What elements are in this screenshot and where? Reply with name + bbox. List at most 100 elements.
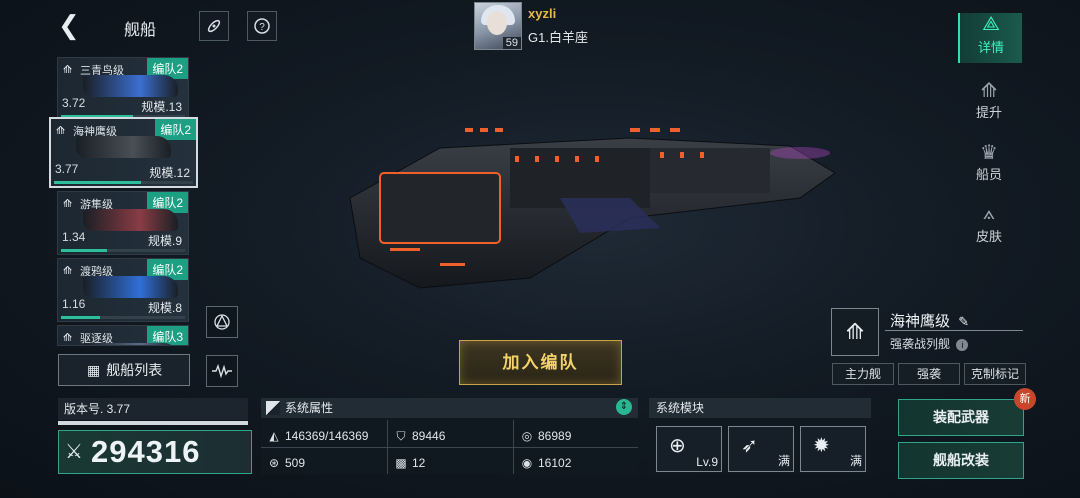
ship-list-button-label: 舰船列表 — [106, 362, 163, 378]
module-burst-status: 满 — [849, 454, 862, 468]
nav-skin-label: 皮肤 — [975, 229, 1002, 244]
module-slot-missile[interactable]: ➶ 满 — [728, 426, 794, 472]
ship-card-thumbnail — [83, 75, 178, 97]
system-attributes-header: 系统属性 ⇕ — [261, 398, 638, 418]
upgrade-icon: ⟰ — [980, 80, 998, 102]
modify-ship-button[interactable]: 舰船改装 — [898, 442, 1024, 479]
attr-checker-value: 12 — [412, 456, 426, 470]
ship-card-value: 3.72 — [62, 96, 86, 110]
ship-class-icon: ⟰ — [63, 198, 73, 210]
ship-name[interactable]: 海神鹰级 ✎ — [890, 310, 969, 331]
ship-class-icon: ⟰ — [56, 125, 66, 137]
ship-class-icon: ⟰ — [63, 265, 73, 277]
nav-skin[interactable]: ⟑ 皮肤 — [958, 202, 1020, 247]
ship-name-underline — [885, 330, 1023, 331]
info-icon[interactable]: i — [956, 339, 969, 351]
module-radar-level: Lv.9 — [696, 455, 718, 469]
skin-icon: ⟑ — [982, 202, 996, 224]
attr-detection-value: 16102 — [538, 456, 572, 470]
missile-module-icon: ➶ — [741, 435, 758, 457]
combat-power-value: 294316 — [91, 434, 201, 469]
ship-card[interactable]: ⟰ 驱逐级 编队3 — [57, 325, 189, 346]
ship-card-value: 3.77 — [55, 162, 79, 176]
armor-icon: ◭ — [269, 429, 279, 443]
nav-details[interactable]: ⟁ 详情 — [958, 13, 1022, 63]
player-avatar[interactable]: 59 — [474, 2, 522, 50]
equip-weapons-button[interactable]: 装配武器 — [898, 399, 1024, 436]
page-title: 舰船 — [123, 22, 156, 39]
ship-card-value: 1.34 — [62, 230, 86, 244]
shield-icon: ⛉ — [396, 429, 406, 443]
ship-card-thumbnail — [83, 276, 178, 298]
nav-crew[interactable]: ♛ 船员 — [958, 140, 1020, 185]
formation-toggle-button[interactable] — [206, 306, 238, 338]
attr-target: ◎ 86989 — [519, 425, 572, 447]
system-attributes-title: 系统属性 — [285, 401, 334, 415]
nav-details-label: 详情 — [977, 40, 1004, 55]
ship-card[interactable]: ⟰ 渡鸦级 编队2 1.16 规模.8 — [57, 258, 189, 322]
waveform-button[interactable] — [206, 355, 238, 387]
svg-text:?: ? — [259, 22, 265, 33]
module-slot-burst[interactable]: ✹ 满 — [800, 426, 866, 472]
tag-capital-ship: 主力舰 — [832, 363, 894, 385]
version-label: 版本号. 3.77 — [58, 398, 248, 420]
ship-card-thumbnail — [83, 343, 178, 345]
nav-crew-label: 船员 — [975, 167, 1002, 182]
tag-counter-mark: 克制标记 — [964, 363, 1026, 385]
player-level: 59 — [502, 37, 521, 49]
system-modules-title: 系统模块 — [656, 401, 705, 415]
ship-card[interactable]: ⟰ 三青鸟级 编队2 3.72 规模.13 — [57, 57, 189, 121]
ship-card[interactable]: ⟰ 游隼级 编队2 1.34 规模.9 — [57, 191, 189, 255]
crossed-swords-icon: ⚔ — [65, 441, 83, 463]
module-slot-radar[interactable]: ⊕ Lv.9 — [656, 426, 722, 472]
combat-power: ⚔ 294316 — [58, 430, 252, 474]
eye-icon: ◉ — [521, 456, 533, 470]
attributes-icon — [266, 401, 280, 415]
question-mark-icon: ? — [254, 18, 270, 34]
grid-icon: ▦ — [87, 362, 101, 378]
rocket-button[interactable] — [199, 11, 229, 41]
expand-toggle-icon[interactable]: ⇕ — [616, 399, 632, 415]
player-rank: G1.白羊座 — [528, 30, 588, 45]
module-missile-status: 满 — [777, 454, 790, 468]
ship-class-icon: ⟰ — [63, 332, 73, 344]
attr-target-value: 86989 — [538, 429, 572, 443]
tag-assault: 强袭 — [898, 363, 960, 385]
player-name: xyzli — [528, 6, 557, 21]
ship-card-value: 1.16 — [62, 297, 86, 311]
join-fleet-button[interactable]: 加入编队 — [459, 340, 622, 385]
attr-armor-value: 146369/146369 — [285, 429, 369, 443]
checker-icon: ▩ — [395, 456, 407, 470]
ship-card-progress-fill — [54, 181, 141, 184]
attr-armor: ◭ 146369/146369 — [266, 425, 368, 447]
ship-card-scale: 规模.13 — [141, 100, 182, 114]
attr-speed: ⊛ 509 — [266, 452, 305, 474]
ship-name-text: 海神鹰级 — [890, 313, 951, 330]
new-badge: 新 — [1014, 388, 1036, 410]
ship-class-icon: ⟰ — [63, 64, 73, 76]
system-modules-header: 系统模块 — [649, 398, 871, 418]
attr-divider-v1 — [387, 420, 388, 474]
waveform-icon — [212, 363, 232, 379]
target-icon: ◎ — [521, 429, 533, 443]
attr-speed-value: 509 — [285, 456, 306, 470]
fleet-formation-icon — [214, 314, 230, 330]
ship-card-scale: 规模.8 — [147, 301, 182, 315]
ship-card[interactable]: ⟰ 海神鹰级 编队2 3.77 规模.12 — [49, 117, 198, 188]
ship-card-thumbnail — [83, 209, 178, 231]
ship-type: 强袭战列舰 i — [890, 335, 969, 352]
nav-upgrade[interactable]: ⟰ 提升 — [958, 78, 1020, 123]
assault-class-icon: ⟰ — [845, 319, 865, 344]
ship-list-button[interactable]: ▦ 舰船列表 — [58, 354, 190, 386]
ship-card-scale: 规模.12 — [149, 166, 190, 180]
ship-card-thumbnail — [76, 136, 171, 158]
attr-divider-v2 — [513, 420, 514, 474]
radar-module-icon: ⊕ — [669, 435, 686, 457]
back-button[interactable]: ❮ — [58, 12, 86, 38]
ship-card-progress-fill — [61, 249, 107, 252]
nav-upgrade-label: 提升 — [975, 105, 1002, 120]
attr-detection: ◉ 16102 — [519, 452, 572, 474]
help-button[interactable]: ? — [247, 11, 277, 41]
ship-model[interactable] — [330, 128, 850, 298]
rename-pencil-icon[interactable]: ✎ — [958, 314, 969, 329]
